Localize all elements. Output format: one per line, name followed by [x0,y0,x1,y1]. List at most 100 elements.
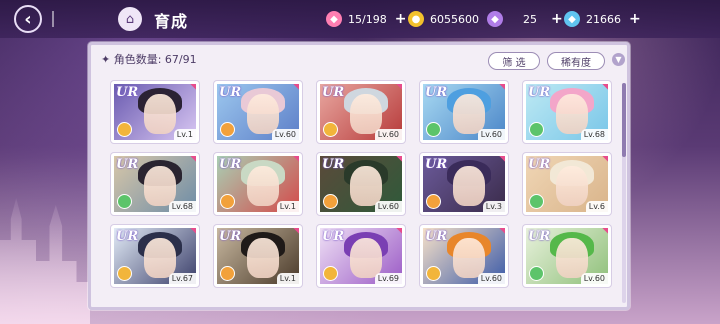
element-icon [529,194,544,209]
candy-count: 15/198 [348,12,387,26]
level-label: Lv.60 [477,129,505,140]
character-card[interactable]: UR Lv.60 [523,225,611,287]
rarity-badge: UR [116,85,139,100]
rarity-badge: UR [425,85,448,100]
divider [52,11,112,27]
rarity-badge: UR [528,157,551,172]
rarity-badge: UR [219,229,242,244]
rarity-badge: UR [425,229,448,244]
character-face [453,166,485,206]
character-face [247,94,279,134]
element-icon [117,194,132,209]
element-icon [426,122,441,137]
element-icon [220,122,235,137]
element-icon [117,266,132,281]
character-face [144,238,176,278]
element-icon [529,122,544,137]
character-card[interactable]: UR Lv.67 [111,225,199,287]
character-card[interactable]: UR Lv.69 [317,225,405,287]
rarity-badge: UR [219,85,242,100]
character-face [453,94,485,134]
resource-coin: ● 6055600 + [408,10,499,28]
rarity-badge: UR [219,157,242,172]
level-label: Lv.3 [482,201,505,212]
character-card[interactable]: UR Lv.1 [214,225,302,287]
level-label: Lv.60 [477,273,505,284]
character-card[interactable]: UR Lv.60 [317,153,405,215]
level-label: Lv.6 [585,201,608,212]
diamond-count: 21666 [586,12,621,26]
diamond-icon: ◆ [564,11,580,27]
scrollbar-thumb[interactable] [622,83,626,157]
rarity-badge: UR [116,157,139,172]
sort-dropdown-button[interactable]: ▼ [612,53,625,66]
element-icon [323,194,338,209]
character-card[interactable]: UR Lv.3 [420,153,508,215]
rarity-badge: UR [322,157,345,172]
level-label: Lv.69 [374,273,402,284]
resource-candy: ◆ 15/198 + [326,10,406,28]
character-card[interactable]: UR Lv.60 [214,81,302,143]
character-face [350,166,382,206]
character-card[interactable]: UR Lv.6 [523,153,611,215]
character-face [556,94,588,134]
element-icon [117,122,132,137]
character-face [350,238,382,278]
level-label: Lv.60 [580,273,608,284]
character-card[interactable]: UR Lv.60 [420,81,508,143]
character-card[interactable]: UR Lv.1 [214,153,302,215]
character-face [556,238,588,278]
level-label: Lv.1 [276,201,299,212]
castle-icon: ⌂ [125,11,135,27]
element-icon [323,266,338,281]
rarity-badge: UR [528,229,551,244]
element-icon [323,122,338,137]
element-icon [426,194,441,209]
rarity-badge: UR [425,157,448,172]
character-face [144,94,176,134]
sort-rarity-button[interactable]: 稀有度 [547,52,605,70]
character-card[interactable]: UR Lv.60 [420,225,508,287]
candy-icon: ◆ [326,11,342,27]
level-label: Lv.60 [271,129,299,140]
chevron-down-icon: ▼ [615,55,622,64]
gem-icon: ◆ [487,11,503,27]
rarity-badge: UR [116,229,139,244]
level-label: Lv.67 [168,273,196,284]
coin-icon: ● [408,11,424,27]
level-label: Lv.68 [580,129,608,140]
top-bar: ‹ ⌂ 育成 ◆ 15/198 + ● 6055600 + ◆ 25 + ◆ 2… [0,0,720,38]
element-icon [426,266,441,281]
gem-count: 25 [523,12,537,26]
character-face [453,238,485,278]
element-icon [220,194,235,209]
chevron-left-icon: ‹ [24,8,32,30]
home-button[interactable]: ⌂ [118,7,142,31]
add-diamond-button[interactable]: + [629,11,641,27]
character-face [556,166,588,206]
level-label: Lv.1 [276,273,299,284]
character-face [350,94,382,134]
level-label: Lv.60 [374,201,402,212]
coin-count: 6055600 [430,12,479,26]
character-grid: UR Lv.1 UR Lv.60 UR Lv.60 UR Lv.60 UR Lv.68 UR Lv.6… [111,81,611,287]
rarity-badge: UR [322,85,345,100]
page-title: 育成 [154,12,189,31]
rarity-badge: UR [528,85,551,100]
character-card[interactable]: UR Lv.1 [111,81,199,143]
resource-gem: ◆ 25 + [487,10,563,28]
character-panel: ✦ 角色数量: 67/91 筛 选 稀有度 ▼ UR Lv.1 UR Lv.60 UR L… [88,42,630,310]
filter-button[interactable]: 筛 选 [488,52,540,70]
resource-diamond: ◆ 21666 + [564,10,641,28]
character-count: ✦ 角色数量: 67/91 [101,53,197,66]
character-face [247,166,279,206]
level-label: Lv.68 [168,201,196,212]
element-icon [220,266,235,281]
element-icon [529,266,544,281]
character-card[interactable]: UR Lv.68 [111,153,199,215]
add-gem-button[interactable]: + [551,11,563,27]
add-candy-button[interactable]: + [395,11,407,27]
character-card[interactable]: UR Lv.68 [523,81,611,143]
character-card[interactable]: UR Lv.60 [317,81,405,143]
back-button[interactable]: ‹ [14,5,42,33]
